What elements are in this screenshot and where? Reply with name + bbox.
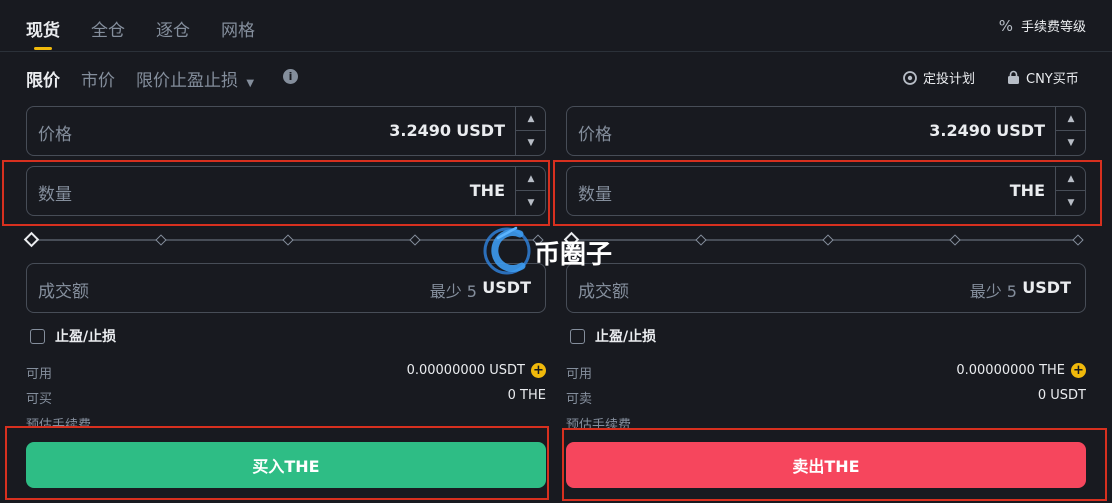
- sell-max-value: 0 USDT: [1037, 388, 1086, 403]
- add-funds-icon[interactable]: +: [1071, 363, 1086, 378]
- sell-total-input[interactable]: 成交额 最少 5 USDT: [566, 263, 1086, 313]
- buy-price-label: 价格: [38, 125, 72, 145]
- percent-icon: %: [998, 16, 1013, 35]
- buy-available-label: 可用: [26, 367, 53, 382]
- sell-max-label: 可卖: [566, 392, 593, 407]
- slider-mark-25[interactable]: [695, 234, 707, 246]
- cny-buy-link[interactable]: CNY买币: [1006, 68, 1079, 87]
- add-funds-icon[interactable]: +: [531, 363, 546, 378]
- sell-total-label: 成交额: [578, 282, 629, 302]
- buy-available-row: 可用 0.00000000 USDT +: [26, 363, 546, 382]
- caret-down-icon: ▼: [246, 78, 255, 89]
- trade-mode-tabs: 现货 全仓 逐仓 网格 % 手续费等级: [0, 0, 1112, 52]
- slider-mark-25[interactable]: [155, 234, 167, 246]
- sell-percent-slider[interactable]: [563, 231, 1086, 248]
- info-icon[interactable]: i: [283, 69, 298, 84]
- tab-grid[interactable]: 网格: [221, 16, 255, 41]
- buy-tpsl-label: 止盈/止损: [55, 329, 117, 345]
- tab-cross[interactable]: 全仓: [91, 16, 125, 41]
- buy-max-value: 0 THE: [507, 388, 546, 403]
- highlight-sell-button: [562, 428, 1107, 501]
- buy-total-unit: USDT: [482, 278, 531, 297]
- sell-available-row: 可用 0.00000000 THE +: [566, 363, 1086, 382]
- highlight-buy-button: [5, 426, 549, 500]
- slider-mark-100[interactable]: [1072, 234, 1084, 246]
- sell-total-unit: USDT: [1022, 278, 1071, 297]
- buy-price-stepper: ▲ ▼: [515, 107, 546, 155]
- sell-available-label: 可用: [566, 367, 593, 382]
- increment-icon[interactable]: ▲: [516, 107, 546, 131]
- checkbox[interactable]: [30, 328, 45, 344]
- dca-icon: [903, 70, 917, 85]
- slider-mark-50[interactable]: [282, 234, 294, 246]
- tab-isolated[interactable]: 逐仓: [156, 16, 190, 41]
- buy-tpsl-toggle[interactable]: 止盈/止损: [30, 326, 116, 346]
- sell-tpsl-label: 止盈/止损: [595, 329, 657, 345]
- buy-price-input[interactable]: 价格 3.2490 USDT ▲ ▼: [26, 106, 546, 156]
- order-type-limit[interactable]: 限价: [26, 66, 60, 91]
- slider-mark-75[interactable]: [949, 234, 961, 246]
- sell-price-unit: USDT: [996, 121, 1045, 140]
- order-type-row: 限价 市价 限价止盈止损 ▼ i 定投计划 CNY买币: [0, 66, 1112, 91]
- active-tab-indicator: [34, 47, 52, 50]
- fee-level-link[interactable]: % 手续费等级: [998, 16, 1086, 36]
- slider-handle[interactable]: [23, 231, 40, 248]
- sell-available-value: 0.00000000 THE: [956, 363, 1065, 378]
- watermark: 币圈子: [482, 222, 632, 278]
- dca-plan-label: 定投计划: [923, 72, 976, 87]
- buy-total-min: 最少 5: [429, 282, 477, 301]
- decrement-icon[interactable]: ▼: [516, 131, 546, 155]
- sell-fee-row: 预估手续费: [566, 414, 1086, 428]
- sell-total-min: 最少 5: [969, 282, 1017, 301]
- watermark-logo-icon: [483, 226, 531, 275]
- slider-mark-50[interactable]: [822, 234, 834, 246]
- buy-total-label: 成交额: [38, 282, 89, 302]
- decrement-icon[interactable]: ▼: [1056, 131, 1086, 155]
- buy-total-input[interactable]: 成交额 最少 5 USDT: [26, 263, 546, 313]
- sell-price-value: 3.2490: [929, 121, 991, 140]
- sell-price-label: 价格: [578, 125, 612, 145]
- highlight-sell-quantity: [553, 160, 1102, 226]
- sell-tpsl-toggle[interactable]: 止盈/止损: [570, 326, 656, 346]
- slider-mark-75[interactable]: [409, 234, 421, 246]
- highlight-buy-quantity: [2, 160, 550, 226]
- cny-buy-label: CNY买币: [1026, 72, 1079, 87]
- buy-price-unit: USDT: [456, 121, 505, 140]
- increment-icon[interactable]: ▲: [1056, 107, 1086, 131]
- sell-price-input[interactable]: 价格 3.2490 USDT ▲ ▼: [566, 106, 1086, 156]
- sell-max-row: 可卖 0 USDT: [566, 388, 1086, 407]
- fee-level-label: 手续费等级: [1020, 20, 1086, 35]
- buy-max-label: 可买: [26, 392, 53, 407]
- buy-max-row: 可买 0 THE: [26, 388, 546, 407]
- order-type-market[interactable]: 市价: [81, 66, 115, 91]
- checkbox[interactable]: [570, 328, 585, 344]
- sell-price-stepper: ▲ ▼: [1055, 107, 1086, 155]
- order-type-stop-limit-label: 限价止盈止损: [136, 71, 238, 91]
- order-type-stop-limit[interactable]: 限价止盈止损 ▼: [136, 66, 254, 91]
- buy-price-value: 3.2490: [389, 121, 451, 140]
- sell-fee-label: 预估手续费: [566, 418, 632, 428]
- tab-spot[interactable]: 现货: [26, 16, 60, 41]
- dca-plan-link[interactable]: 定投计划: [902, 68, 975, 87]
- buy-percent-slider[interactable]: [23, 231, 546, 248]
- watermark-text: 币圈子: [534, 240, 613, 270]
- lock-icon: [1008, 70, 1019, 84]
- buy-available-value: 0.00000000 USDT: [406, 363, 525, 378]
